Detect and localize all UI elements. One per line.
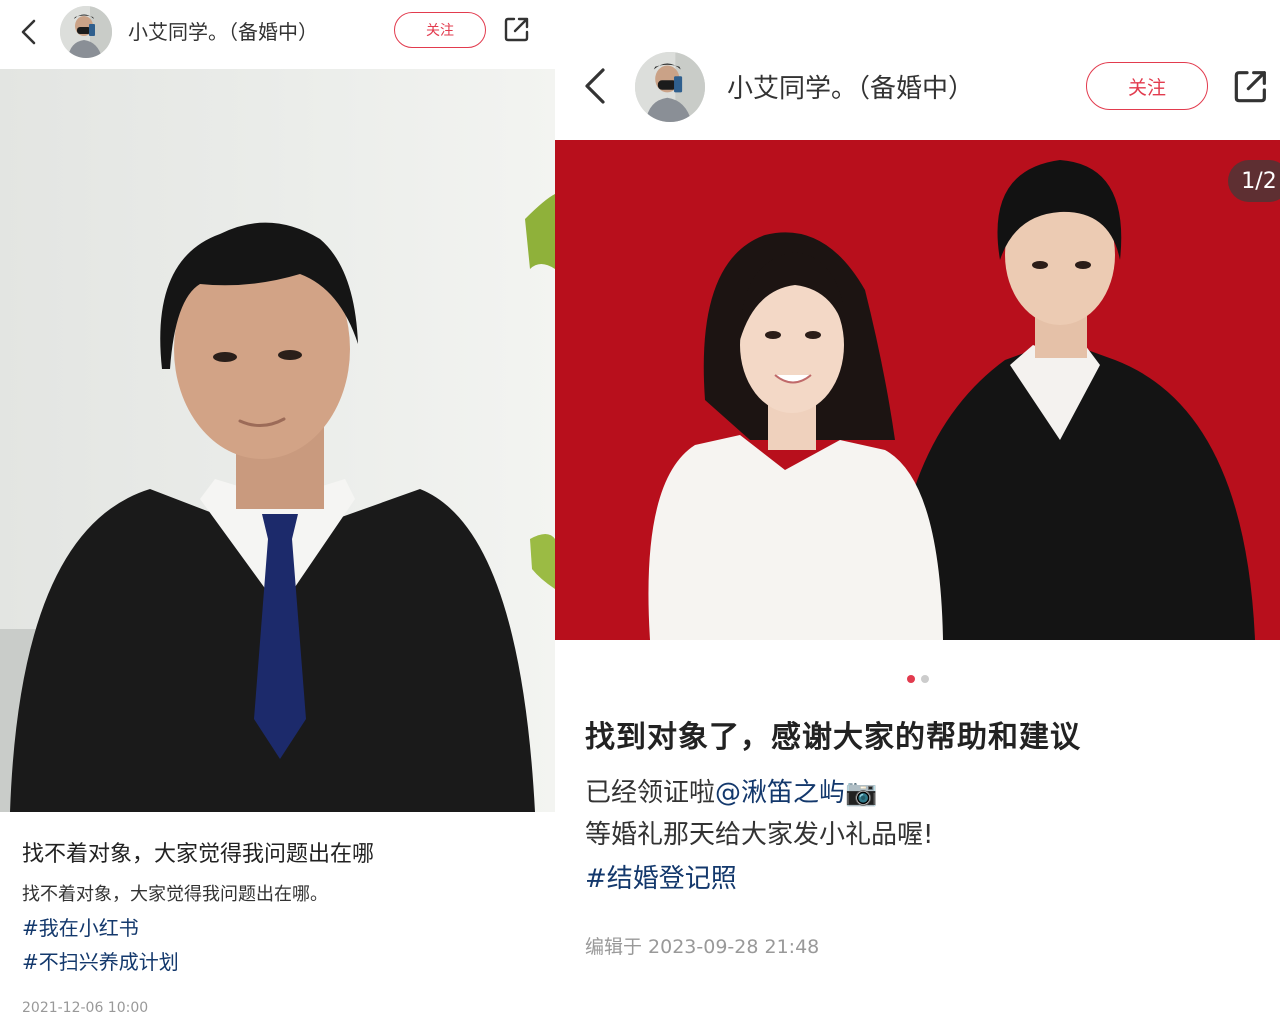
author-avatar[interactable] <box>60 6 112 58</box>
author-name[interactable]: 小艾同学。（备婚中） <box>128 16 318 45</box>
note-photo[interactable] <box>0 69 555 812</box>
left-note-panel: 小艾同学。（备婚中） 关注 找不着对象，大家觉得我问题出在哪 找不着对象，大家觉… <box>0 0 555 1035</box>
left-note-header: 小艾同学。（备婚中） 关注 <box>0 0 555 68</box>
hashtag-link[interactable]: #我在小红书 <box>22 912 139 941</box>
note-title: 找到对象了，感谢大家的帮助和建议 <box>585 720 1081 755</box>
post-edit-date: 编辑于 2023-09-28 21:48 <box>585 936 820 958</box>
right-note-panel: 小艾同学。（备婚中） 关注 1/2 找到对象了，感谢大家的帮助和建议 已经领证啦… <box>555 0 1280 1035</box>
share-icon[interactable] <box>502 14 532 44</box>
share-icon[interactable] <box>1231 66 1271 106</box>
user-mention-link[interactable]: @湫笛之屿 <box>715 778 845 808</box>
note-body: 找不着对象，大家觉得我问题出在哪。 <box>22 884 328 905</box>
back-arrow-icon[interactable] <box>16 18 44 46</box>
note-body-text: 已经领证啦 <box>585 778 716 808</box>
carousel-dot[interactable] <box>920 675 929 683</box>
author-name[interactable]: 小艾同学。（备婚中） <box>727 68 974 105</box>
note-body-line: 等婚礼那天给大家发小礼品喔! <box>585 820 934 850</box>
hashtag-link[interactable]: #不扫兴养成计划 <box>22 946 179 975</box>
author-avatar[interactable] <box>635 52 705 122</box>
carousel-dot-active[interactable] <box>906 675 915 683</box>
note-photo-carousel[interactable]: 1/2 <box>555 140 1280 640</box>
follow-button[interactable]: 关注 <box>1086 62 1208 110</box>
note-title: 找不着对象，大家觉得我问题出在哪 <box>22 842 375 867</box>
carousel-dots <box>555 675 1280 683</box>
follow-button[interactable]: 关注 <box>394 12 486 48</box>
post-date: 2021-12-06 10:00 <box>22 1000 149 1016</box>
right-note-header: 小艾同学。（备婚中） 关注 <box>555 50 1280 122</box>
back-arrow-icon[interactable] <box>579 66 615 106</box>
image-counter: 1/2 <box>1228 160 1280 202</box>
camera-icon: 📷 <box>845 778 878 808</box>
note-body-line: 已经领证啦@湫笛之屿📷 <box>585 772 877 809</box>
hashtag-link[interactable]: #结婚登记照 <box>585 858 737 895</box>
